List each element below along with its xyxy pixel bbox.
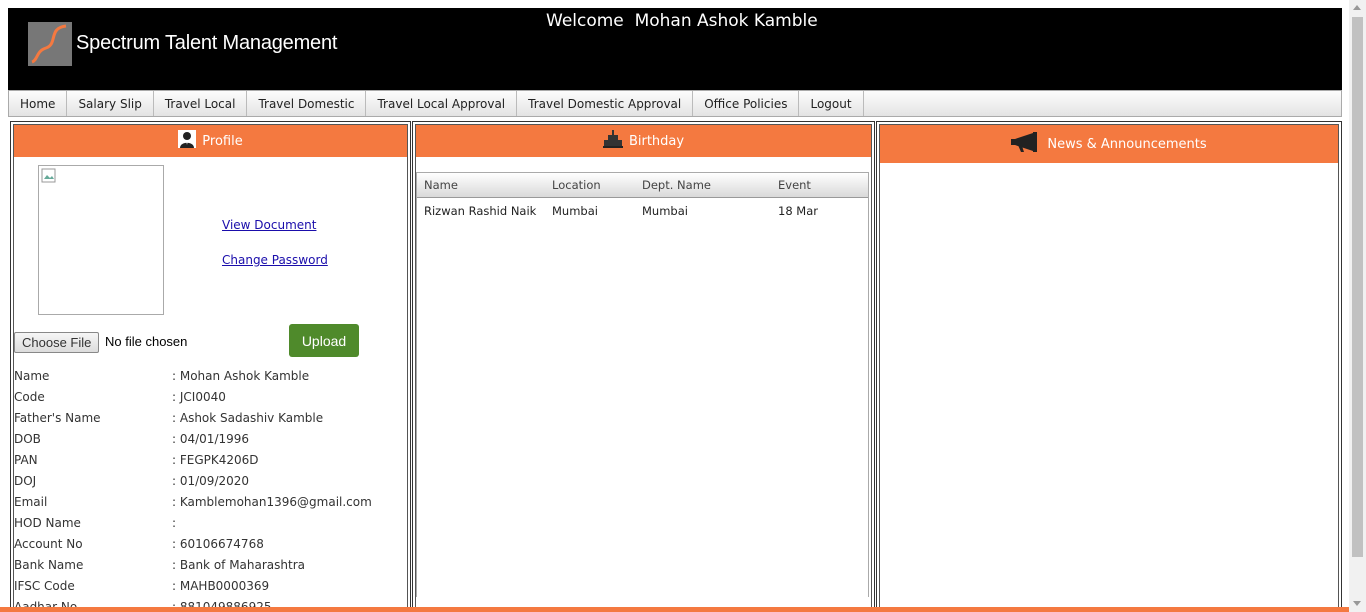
- main-nav: Home Salary Slip Travel Local Travel Dom…: [8, 90, 1342, 117]
- nav-travel-domestic-approval[interactable]: Travel Domestic Approval: [517, 91, 694, 116]
- info-label: DOJ: [14, 473, 37, 488]
- info-label: HOD Name: [14, 515, 81, 530]
- upload-button[interactable]: Upload: [289, 324, 359, 357]
- column-event[interactable]: Event: [778, 178, 858, 192]
- view-document-link[interactable]: View Document: [222, 218, 316, 232]
- brand-name: Spectrum Talent Management: [76, 32, 338, 54]
- info-label: Bank Name: [14, 557, 84, 572]
- info-value: : JCI0040: [172, 389, 226, 404]
- nav-logout[interactable]: Logout: [799, 91, 864, 116]
- birthday-title: Birthday: [628, 133, 685, 149]
- info-row-bank-name: Bank Name : Bank of Maharashtra: [14, 554, 407, 575]
- cake-icon: [602, 130, 623, 152]
- nav-office-policies[interactable]: Office Policies: [693, 91, 800, 116]
- nav-home[interactable]: Home: [9, 91, 68, 116]
- info-label: Email: [14, 494, 48, 509]
- news-panel: News & Announcements: [876, 121, 1342, 612]
- table-body-frame: [416, 197, 869, 597]
- scroll-down-icon[interactable]: [1353, 601, 1361, 606]
- scroll-up-icon[interactable]: [1353, 5, 1361, 10]
- nav-salary-slip[interactable]: Salary Slip: [67, 91, 154, 116]
- info-label: Code: [14, 389, 45, 404]
- news-title: News & Announcements: [1047, 136, 1207, 152]
- profile-panel: Profile View Document Change Password Ch…: [10, 121, 411, 612]
- info-value: : Mohan Ashok Kamble: [172, 368, 310, 383]
- info-row-code: Code : JCI0040: [14, 386, 407, 407]
- profile-header: Profile: [14, 125, 407, 157]
- column-name[interactable]: Name: [417, 178, 552, 192]
- info-row-hod-name: HOD Name :: [14, 512, 407, 533]
- footer-accent-bar: [0, 607, 1352, 612]
- profile-photo: [38, 165, 164, 315]
- birthday-panel: Birthday Name Location Dept. Name Event …: [412, 121, 875, 612]
- vertical-scrollbar[interactable]: [1349, 0, 1366, 612]
- table-header: Name Location Dept. Name Event: [417, 173, 868, 198]
- welcome-message: Welcome Mohan Ashok Kamble: [546, 11, 818, 31]
- column-dept-name[interactable]: Dept. Name: [642, 178, 778, 192]
- info-row-fathers-name: Father's Name : Ashok Sadashiv Kamble: [14, 407, 407, 428]
- info-row-email: Email : Kamblemohan1396@gmail.com: [14, 491, 407, 512]
- info-label: Name: [14, 368, 50, 383]
- info-row-doj: DOJ : 01/09/2020: [14, 470, 407, 491]
- scroll-thumb[interactable]: [1352, 17, 1363, 557]
- info-value: : 01/09/2020: [172, 473, 250, 488]
- info-label: PAN: [14, 452, 38, 467]
- info-label: IFSC Code: [14, 578, 75, 593]
- choose-file-button[interactable]: Choose File: [14, 332, 100, 353]
- info-value: : MAHB0000369: [172, 578, 270, 593]
- info-row-pan: PAN : FEGPK4206D: [14, 449, 407, 470]
- profile-title: Profile: [202, 133, 243, 149]
- column-location[interactable]: Location: [552, 178, 642, 192]
- profile-details: Name : Mohan Ashok Kamble Code : JCI0040…: [14, 365, 407, 612]
- company-logo: [28, 22, 72, 66]
- info-label: DOB: [14, 431, 41, 446]
- info-value: : 60106674768: [172, 536, 264, 551]
- info-row-ifsc-code: IFSC Code : MAHB0000369: [14, 575, 407, 596]
- file-status-text: No file chosen: [105, 334, 188, 349]
- info-value: : Bank of Maharashtra: [172, 557, 305, 572]
- info-label: Father's Name: [14, 410, 101, 425]
- info-row-dob: DOB : 04/01/1996: [14, 428, 407, 449]
- info-value: : FEGPK4206D: [172, 452, 259, 467]
- nav-travel-local-approval[interactable]: Travel Local Approval: [366, 91, 518, 116]
- user-icon: [178, 130, 197, 152]
- info-row-account-no: Account No : 60106674768: [14, 533, 407, 554]
- header-banner: Spectrum Talent Management Welcome Mohan…: [8, 8, 1342, 90]
- info-label: Account No: [14, 536, 83, 551]
- nav-travel-local[interactable]: Travel Local: [154, 91, 248, 116]
- change-password-link[interactable]: Change Password: [222, 253, 328, 267]
- info-row-name: Name : Mohan Ashok Kamble: [14, 365, 407, 386]
- info-value: : Kamblemohan1396@gmail.com: [172, 494, 372, 509]
- info-value: :: [172, 515, 177, 530]
- nav-travel-domestic[interactable]: Travel Domestic: [247, 91, 367, 116]
- broken-image-icon: [41, 168, 56, 183]
- info-value: : Ashok Sadashiv Kamble: [172, 410, 324, 425]
- megaphone-icon: [1011, 132, 1041, 156]
- info-value: : 04/01/1996: [172, 431, 250, 446]
- news-header: News & Announcements: [880, 125, 1338, 163]
- birthday-header: Birthday: [416, 125, 871, 157]
